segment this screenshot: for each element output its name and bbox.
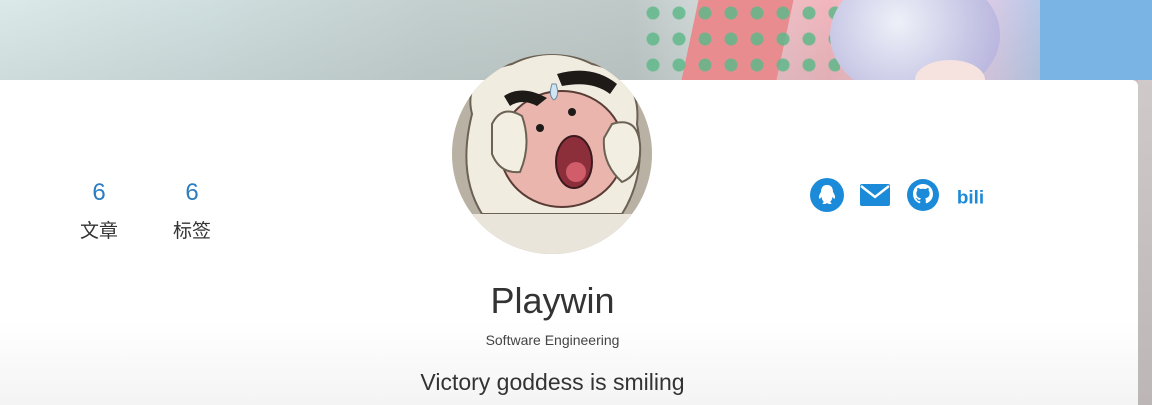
stat-tags-count: 6 xyxy=(185,179,199,206)
stat-articles[interactable]: 6 文章 xyxy=(64,180,134,243)
stat-articles-label: 文章 xyxy=(79,220,118,242)
mail-icon xyxy=(860,184,890,206)
avatar[interactable] xyxy=(452,54,652,254)
banner-blue-shape xyxy=(1040,0,1152,80)
bilibili-icon: bili xyxy=(957,188,984,209)
github-icon xyxy=(907,179,939,211)
mail-link[interactable] xyxy=(858,178,892,212)
profile-subtitle: Software Engineering xyxy=(485,332,620,348)
qq-link[interactable] xyxy=(810,178,844,212)
stat-tags-label: 标签 xyxy=(172,220,211,242)
page-right-edge xyxy=(1138,80,1152,405)
qq-icon xyxy=(810,178,844,212)
avatar-image xyxy=(452,54,652,254)
profile-name: Playwin xyxy=(490,280,615,321)
profile-motto: Victory goddess is smiling xyxy=(420,369,685,395)
profile-card: 6 文章 6 标签 bili Playwin Software Engineer… xyxy=(0,54,1138,405)
stat-articles-count: 6 xyxy=(92,179,106,206)
banner-dots-pattern xyxy=(640,0,840,80)
bilibili-link[interactable]: bili xyxy=(955,178,991,212)
github-link[interactable] xyxy=(906,178,940,212)
bilibili-icon-text: bili xyxy=(957,188,984,209)
stat-tags[interactable]: 6 标签 xyxy=(157,180,227,243)
